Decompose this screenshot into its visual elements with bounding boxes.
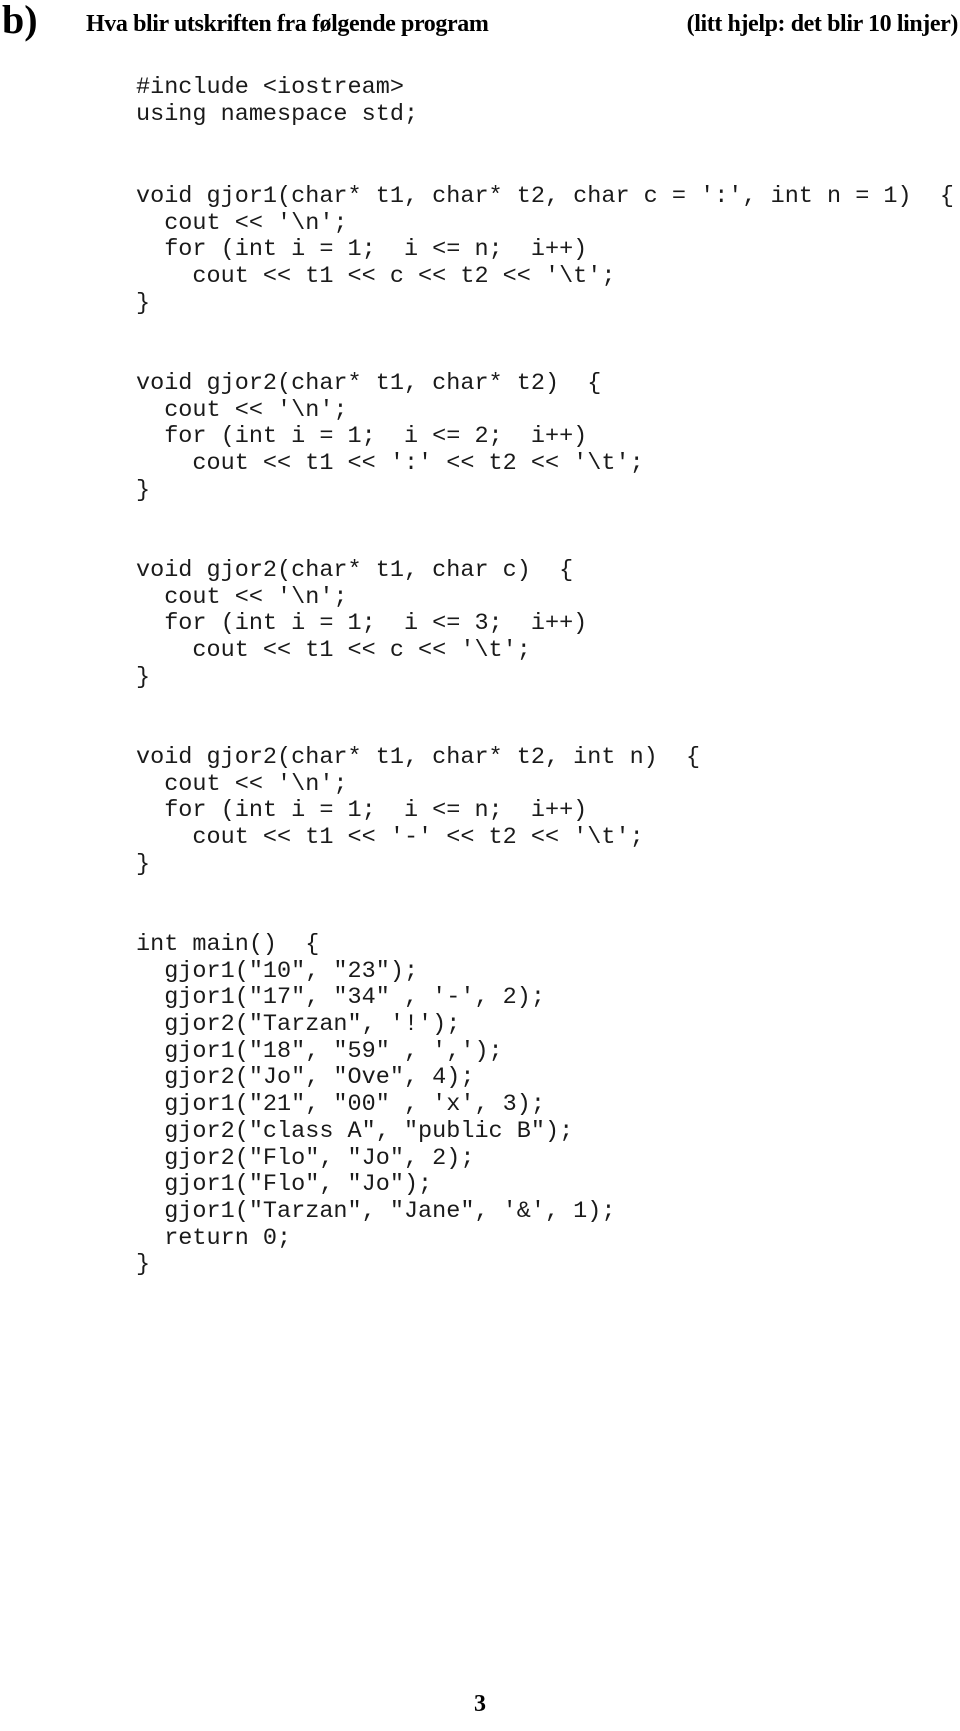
code-line: using namespace std; [136,100,419,128]
code-line: } [136,476,151,504]
code-line: for (int i = 1; i <= 3; i++) [136,610,588,638]
code-line: gjor2("Jo", "Ove", 4); [136,1064,475,1092]
code-line: for (int i = 1; i <= 2; i++) [136,423,588,451]
code-line: cout << t1 << ':' << t2 << '\t'; [136,450,644,478]
code-block-includes: #include <iostream> using namespace std; [136,74,419,128]
question-text: Hva blir utskriften fra følgende program [86,11,489,37]
code-line: cout << '\n'; [136,583,348,611]
code-line: } [136,663,151,691]
code-line: gjor2("Flo", "Jo", 2); [136,1144,475,1172]
code-line: cout << t1 << c << '\t'; [136,637,531,665]
code-block-gjor2-string-char: void gjor2(char* t1, char c) { cout << '… [136,557,588,691]
code-line: cout << '\n'; [136,209,348,237]
code-line: void gjor2(char* t1, char c) { [136,557,574,584]
code-line: void gjor1(char* t1, char* t2, char c = … [136,183,954,210]
code-block-gjor2-two-strings: void gjor2(char* t1, char* t2) { cout <<… [136,370,644,504]
code-line: } [136,1251,151,1279]
code-block-main-function: int main() { gjor1("10", "23"); gjor1("1… [136,931,616,1279]
code-line: gjor1("10", "23"); [136,957,419,985]
code-line: #include <iostream> [136,74,404,101]
code-line: for (int i = 1; i <= n; i++) [136,797,588,825]
code-line: } [136,850,151,878]
code-line: gjor1("Tarzan", "Jane", '&', 1); [136,1197,616,1225]
code-line: gjor1("21", "00" , 'x', 3); [136,1091,545,1119]
code-line: gjor1("Flo", "Jo"); [136,1171,433,1199]
code-line: void gjor2(char* t1, char* t2) { [136,370,602,397]
page-number: 3 [474,1691,486,1717]
code-line: void gjor2(char* t1, char* t2, int n) { [136,744,701,771]
part-label: b) [2,0,38,42]
code-line: gjor1("18", "59" , ','); [136,1037,503,1065]
code-line: cout << t1 << c << t2 << '\t'; [136,263,616,291]
code-line: for (int i = 1; i <= n; i++) [136,236,588,264]
code-line: } [136,289,151,317]
code-line: gjor2("Tarzan", '!'); [136,1011,461,1039]
hint-text: (litt hjelp: det blir 10 linjer) [686,11,959,37]
code-line: int main() { [136,931,320,958]
code-line: return 0; [136,1224,292,1252]
code-line: gjor1("17", "34" , '-', 2); [136,984,545,1012]
code-line: cout << '\n'; [136,770,348,798]
code-line: cout << t1 << '-' << t2 << '\t'; [136,824,644,852]
code-block-gjor1-function: void gjor1(char* t1, char* t2, char c = … [136,183,954,317]
question-header: b) Hva blir utskriften fra følgende prog… [0,0,960,50]
code-line: gjor2("class A", "public B"); [136,1117,574,1145]
code-block-gjor2-two-strings-int: void gjor2(char* t1, char* t2, int n) { … [136,744,701,878]
code-line: cout << '\n'; [136,396,348,424]
